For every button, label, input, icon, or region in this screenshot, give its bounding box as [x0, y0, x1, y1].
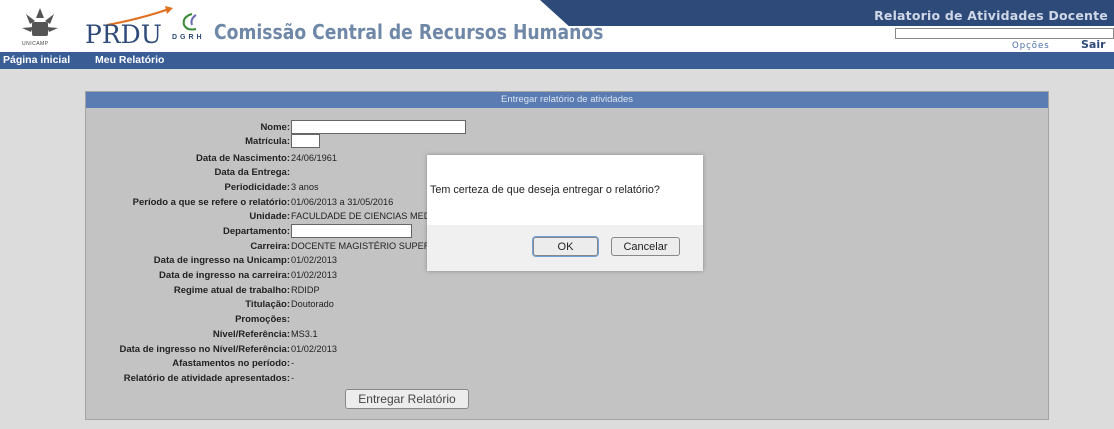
field-value: 01/02/2013	[291, 270, 337, 280]
field-label: Afastamentos no período:	[172, 358, 290, 369]
field-label: Departamento:	[222, 226, 290, 237]
field-label: Data de Nascimento:	[196, 153, 290, 164]
field-row: Data de ingresso no Nível/Referência: 01…	[86, 343, 1048, 356]
field-label: Unidade:	[249, 211, 290, 222]
field-label: Data de ingresso no Nível/Referência:	[119, 344, 290, 355]
field-value: -	[291, 373, 295, 383]
nome-input[interactable]	[291, 120, 466, 134]
field-label: Nível/Referência:	[212, 329, 290, 340]
field-value: RDIDP	[291, 285, 320, 295]
dialog-message: Tem certeza de que deseja entregar o rel…	[430, 184, 660, 196]
field-row-nome: Nome:	[86, 120, 1048, 134]
field-value: Doutorado	[291, 299, 334, 309]
field-label: Carreira:	[250, 241, 290, 252]
confirm-dialog: Tem certeza de que deseja entregar o rel…	[427, 155, 703, 271]
field-row: Nível/Referência: MS3.1	[86, 328, 1048, 341]
field-label: Período a que se refere o relatório:	[132, 197, 290, 208]
opcoes-link[interactable]: Opções	[1012, 41, 1050, 51]
dgrh-label: DGRH	[172, 34, 205, 41]
header: UNICAMP PRDU DGRH Comissão Central de Re…	[0, 0, 1114, 52]
site-title: Comissão Central de Recursos Humanos	[214, 20, 604, 44]
field-label: Relatório de atividade apresentados:	[123, 373, 290, 384]
field-label: Promoções:	[235, 314, 290, 325]
field-label: Data de ingresso na Unicamp:	[153, 255, 290, 266]
field-label: Data de ingresso na carreira:	[159, 270, 290, 281]
field-value: 01/02/2013	[291, 255, 337, 265]
navbar: Página inicial Meu Relatório	[0, 52, 1114, 69]
field-value: 01/02/2013	[291, 344, 337, 354]
cancel-button[interactable]: Cancelar	[611, 237, 680, 256]
prdu-logo-text: PRDU	[85, 20, 162, 49]
matricula-input[interactable]	[291, 134, 320, 148]
dgrh-logo-icon	[182, 13, 197, 31]
field-row: Regime atual de trabalho: RDIDP	[86, 284, 1048, 297]
field-row: Titulação: Doutorado	[86, 298, 1048, 311]
field-label: Regime atual de trabalho:	[173, 285, 290, 296]
field-label: Nome:	[260, 122, 290, 133]
unicamp-label: UNICAMP	[22, 41, 49, 47]
field-label: Periodicidade:	[224, 182, 290, 193]
field-row-matricula: Matrícula:	[86, 134, 1048, 148]
field-value: FACULDADE DE CIENCIAS MED	[291, 211, 431, 221]
field-value: DOCENTE MAGISTÉRIO SUPER	[291, 241, 431, 251]
field-value: 3 anos	[291, 182, 319, 192]
field-value: 01/06/2013 a 31/05/2016	[291, 197, 394, 207]
panel-title: Entregar relatório de atividades	[86, 92, 1048, 108]
departamento-input[interactable]	[291, 224, 412, 238]
field-value: 24/06/1961	[291, 153, 337, 163]
field-label: Titulação:	[245, 299, 290, 310]
nav-item-meu-relatorio[interactable]: Meu Relatório	[95, 54, 164, 66]
sair-link[interactable]: Sair	[1081, 38, 1106, 51]
nav-item-pagina-inicial[interactable]: Página inicial	[3, 54, 70, 66]
field-row: Relatório de atividade apresentados: -	[86, 372, 1048, 385]
field-value: MS3.1	[291, 329, 318, 339]
ok-button[interactable]: OK	[532, 236, 599, 257]
field-label: Matrícula:	[245, 136, 290, 147]
app-title: Relatorio de Atividades Docente	[874, 8, 1108, 23]
field-label: Data da Entrega:	[214, 167, 291, 178]
field-row: Afastamentos no período: -	[86, 357, 1048, 370]
field-value: -	[291, 358, 295, 368]
field-row: Promoções:	[86, 313, 1048, 326]
entregar-relatorio-button[interactable]: Entregar Relatório	[345, 389, 469, 409]
